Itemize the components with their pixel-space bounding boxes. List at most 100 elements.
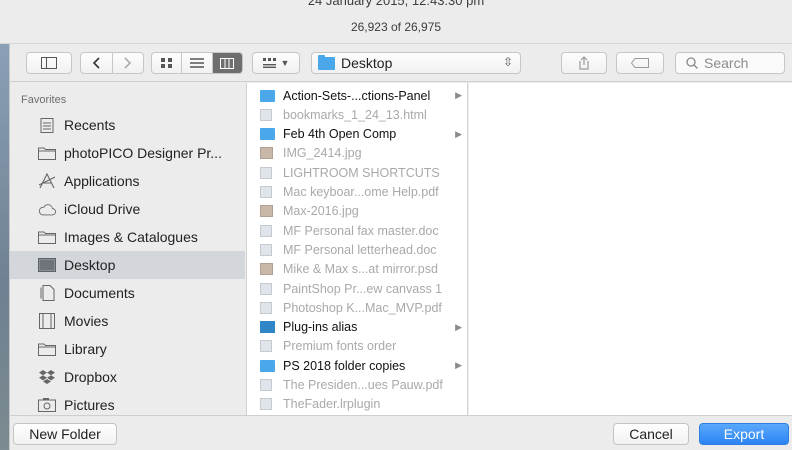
list-icon <box>189 58 204 68</box>
sidebar-item-library[interactable]: Library <box>10 335 245 363</box>
file-name: Feb 4th Open Comp <box>283 127 397 142</box>
share-icon <box>579 56 589 70</box>
file-row: IMG_2414.jpg <box>247 144 467 163</box>
sidebar-item-label: Recents <box>64 117 116 133</box>
export-dialog: ▼ Desktop ⇳ Search Favorites Recents phot… <box>9 44 792 450</box>
back-button[interactable] <box>81 53 113 73</box>
icon-view-button[interactable] <box>152 53 183 73</box>
desktop-icon <box>38 257 56 273</box>
bottom-bar: New Folder Cancel Export <box>10 415 792 450</box>
file-name: LIGHTROOM SHORTCUTS <box>283 165 440 180</box>
file-name: PS 2018 folder copies <box>283 358 406 373</box>
share-button[interactable] <box>561 52 607 74</box>
file-row: PaintShop Pr...ew canvass 1 <box>247 279 467 298</box>
file-row: Premium fonts order <box>247 337 467 356</box>
file-name: Mike & Max s...at mirror.psd <box>283 262 438 277</box>
tag-icon <box>631 58 649 68</box>
header-date: 24 January 2015, 12:43:30 pm <box>307 0 485 8</box>
documents-icon <box>38 285 56 301</box>
file-row[interactable]: Plug-ins alias ▶ <box>247 318 467 337</box>
chevron-left-icon <box>92 57 100 69</box>
sidebar-item-recents[interactable]: Recents <box>10 111 245 139</box>
disclosure-arrow-icon: ▶ <box>455 321 462 332</box>
file-row[interactable]: Feb 4th Open Comp ▶ <box>247 125 467 144</box>
sidebar-item-documents[interactable]: Documents <box>10 279 245 307</box>
file-row: Mike & Max s...at mirror.psd <box>247 260 467 279</box>
file-row[interactable]: PS 2018 folder copies ▶ <box>247 356 467 375</box>
column-view-button[interactable] <box>212 53 242 73</box>
sidebar-item-applications[interactable]: Applications <box>10 167 245 195</box>
applications-icon <box>38 173 56 189</box>
file-name: PaintShop Pr...ew canvass 1 <box>283 281 443 296</box>
file-row: The Presiden...ues Pauw.pdf <box>247 376 467 395</box>
columns-icon <box>220 57 235 69</box>
disclosure-arrow-icon: ▶ <box>455 128 462 139</box>
preview-column <box>469 83 792 415</box>
sidebar-item-pictures[interactable]: Pictures <box>10 391 245 415</box>
search-placeholder: Search <box>704 55 749 71</box>
sidebar-item-label: Movies <box>64 313 109 329</box>
arrange-icon <box>262 58 276 68</box>
search-input[interactable]: Search <box>675 52 785 74</box>
image-file-icon <box>260 147 273 160</box>
location-label: Desktop <box>341 55 393 71</box>
window-header: 24 January 2015, 12:43:30 pm 26,923 of 2… <box>0 0 792 44</box>
sidebar-item-dropbox[interactable]: Dropbox <box>10 363 245 391</box>
sidebar-item-label: Documents <box>64 285 135 301</box>
sidebar-item-images-catalogues[interactable]: Images & Catalogues <box>10 223 245 251</box>
forward-button[interactable] <box>113 53 144 73</box>
new-folder-button[interactable]: New Folder <box>13 423 117 445</box>
tag-button[interactable] <box>616 52 664 74</box>
sidebar-icon <box>41 57 57 69</box>
disclosure-arrow-icon: ▶ <box>455 90 462 100</box>
sidebar-item-label: Dropbox <box>64 369 117 385</box>
folder-icon <box>260 359 275 372</box>
folder-icon <box>260 128 275 141</box>
file-row: bookmarks_1_24_13.html <box>247 105 467 124</box>
sidebar-toggle-button[interactable] <box>26 52 72 74</box>
sidebar-item-desktop[interactable]: Desktop <box>10 251 245 279</box>
grid-icon <box>160 58 172 68</box>
document-icon <box>260 301 272 314</box>
image-file-icon <box>260 263 273 276</box>
back-forward-control <box>80 52 144 74</box>
file-column: Action-Sets-...ctions-Panel ▶ bookmarks_1_… <box>246 83 468 415</box>
file-row: LIGHTROOM SHORTCUTS <box>247 163 467 182</box>
sidebar-item-label: photoPICO Designer Pr... <box>64 145 222 161</box>
image-file-icon <box>260 205 273 218</box>
file-row[interactable]: Action-Sets-...ctions-Panel ▶ <box>247 86 467 105</box>
header-count: 26,923 of 26,975 <box>350 20 442 34</box>
file-name: Action-Sets-...ctions-Panel <box>283 88 431 103</box>
cloud-icon <box>38 201 56 217</box>
file-row: MF Personal fax master.doc <box>247 221 467 240</box>
file-row: Mac keyboar...ome Help.pdf <box>247 183 467 202</box>
document-icon <box>260 166 272 179</box>
document-icon <box>260 243 272 256</box>
updown-chevron-icon: ⇳ <box>502 55 513 69</box>
cancel-button[interactable]: Cancel <box>613 423 689 445</box>
sidebar-item-label: Applications <box>64 173 140 189</box>
file-name: Premium fonts order <box>283 339 397 354</box>
arrange-button[interactable]: ▼ <box>252 52 300 74</box>
sidebar-item-label: iCloud Drive <box>64 201 141 217</box>
sidebar-item-label: Desktop <box>64 257 116 273</box>
sidebar-item-photopico-designer-pr[interactable]: photoPICO Designer Pr... <box>10 139 245 167</box>
document-icon <box>260 398 272 411</box>
sidebar-item-label: Library <box>64 341 107 357</box>
file-name: TheFader.lrplugin <box>283 397 381 412</box>
folder-icon <box>260 89 275 102</box>
file-name: MF Personal letterhead.doc <box>283 242 437 257</box>
sidebar-item-label: Pictures <box>64 397 115 413</box>
file-row: MF Personal letterhead.doc <box>247 240 467 259</box>
sidebar-item-movies[interactable]: Movies <box>10 307 245 335</box>
sidebar-item-icloud-drive[interactable]: iCloud Drive <box>10 195 245 223</box>
location-popup[interactable]: Desktop ⇳ <box>311 52 521 74</box>
export-button[interactable]: Export <box>699 423 789 445</box>
document-icon <box>260 224 272 237</box>
list-view-button[interactable] <box>182 53 213 73</box>
recents-icon <box>38 117 56 133</box>
document-icon <box>260 108 272 121</box>
folder-icon <box>38 229 56 245</box>
folder-icon <box>38 145 56 161</box>
file-name: MF Personal fax master.doc <box>283 223 439 238</box>
